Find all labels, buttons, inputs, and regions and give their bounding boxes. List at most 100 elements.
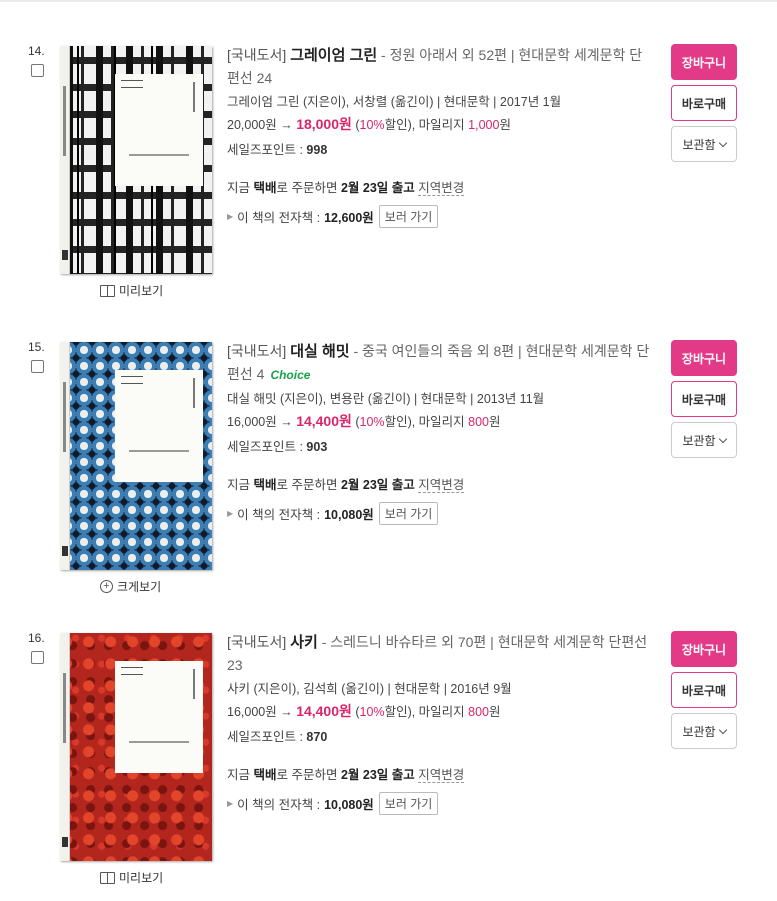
discount-close: 할인), 마일리지 <box>384 118 469 132</box>
ebook-line: ▶ 이 책의 전자책 :10,080원 보러 가기 <box>227 792 652 815</box>
sales-point: 세일즈포인트 : 903 <box>227 436 652 455</box>
top-divider <box>0 0 777 2</box>
ebook-view-button[interactable]: 보러 가기 <box>378 792 439 815</box>
mileage-unit: 원 <box>499 118 511 132</box>
buy-now-button[interactable]: 바로구매 <box>671 672 737 708</box>
cart-button[interactable]: 장바구니 <box>671 340 737 376</box>
delivery-mid: 로 주문하면 <box>276 181 341 195</box>
book-meta: 그레이엄 그린 (지은이), 서창렬 (옮긴이) | 현대문학 | 2017년 … <box>227 95 562 109</box>
delivery-date: 2월 23일 출고 <box>340 181 415 195</box>
chevron-down-icon <box>718 725 727 734</box>
category-tag: [국내도서] <box>227 47 287 63</box>
item-checkbox[interactable] <box>31 651 44 664</box>
cover-spine <box>60 633 70 861</box>
book-cover[interactable] <box>60 633 212 861</box>
book-meta: 대실 해밋 (지은이), 변용란 (옮긴이) | 현대문학 | 2013년 11… <box>227 392 545 406</box>
sales-point-label: 세일즈포인트 : <box>227 730 307 744</box>
mileage-unit: 원 <box>489 705 501 719</box>
preview-link[interactable]: 미리보기 <box>100 282 163 299</box>
category-tag: [국내도서] <box>227 634 287 650</box>
wishlist-label: 보관함 <box>682 137 716 152</box>
sales-point: 세일즈포인트 : 998 <box>227 139 652 158</box>
ebook-label: 이 책의 전자책 : <box>237 211 321 225</box>
delivery-method: 택배 <box>253 181 277 195</box>
ebook-price: 10,080원 <box>324 798 374 812</box>
cover-spine <box>60 46 70 274</box>
delivery-mid: 로 주문하면 <box>276 768 341 782</box>
cover-spine <box>60 342 70 570</box>
ebook-line: ▶ 이 책의 전자책 :12,600원 보러 가기 <box>227 205 652 228</box>
book-info: [국내도서] 그레이엄 그린 - 정원 아래서 외 52편 | 현대문학 세계문… <box>227 44 652 228</box>
discount-close: 할인), 마일리지 <box>384 415 469 429</box>
book-title[interactable]: 사키 <box>290 634 318 651</box>
triangle-right-icon: ▶ <box>227 212 234 221</box>
wishlist-dropdown[interactable]: 보관함 <box>671 713 737 749</box>
mileage: 1,000 <box>468 118 500 132</box>
region-change-link[interactable]: 지역변경 <box>418 181 465 196</box>
action-buttons: 장바구니 바로구매 보관함 <box>671 44 737 167</box>
delivery-pre: 지금 <box>227 768 254 782</box>
wishlist-label: 보관함 <box>682 433 716 448</box>
discount-open: ( <box>351 705 360 719</box>
book-info: [국내도서] 대실 해밋 - 중국 여인들의 죽음 외 8편 | 현대문학 세계… <box>227 340 652 525</box>
delivery-info: 지금 택배로 주문하면 2월 23일 출고 지역변경 <box>227 474 652 493</box>
delivery-method: 택배 <box>253 768 277 782</box>
buy-now-button[interactable]: 바로구매 <box>671 85 737 121</box>
price-line: 16,000원 → 14,400원 (10%할인), 마일리지 800원 <box>227 702 652 721</box>
sales-point-label: 세일즈포인트 : <box>227 440 307 454</box>
book-cover[interactable] <box>60 46 212 274</box>
buy-now-button[interactable]: 바로구매 <box>671 381 737 417</box>
item-number: 14. <box>28 44 45 58</box>
book-cover[interactable] <box>60 342 212 570</box>
ebook-label: 이 책의 전자책 : <box>237 508 321 522</box>
delivery-date: 2월 23일 출고 <box>340 478 415 492</box>
preview-label: 크게보기 <box>117 580 162 594</box>
book-meta: 사키 (지은이), 김석희 (옮긴이) | 현대문학 | 2016년 9월 <box>227 682 512 696</box>
discount-percent: 10% <box>359 118 385 132</box>
wishlist-dropdown[interactable]: 보관함 <box>671 422 737 458</box>
cover-label <box>115 74 203 186</box>
ebook-view-button[interactable]: 보러 가기 <box>378 205 439 228</box>
item-checkbox[interactable] <box>31 64 44 77</box>
region-change-link[interactable]: 지역변경 <box>418 768 465 783</box>
delivery-method: 택배 <box>253 478 277 492</box>
sale-price: 14,400원 <box>296 413 352 429</box>
item-checkbox[interactable] <box>31 360 44 373</box>
discount-open: ( <box>351 415 360 429</box>
cart-button[interactable]: 장바구니 <box>671 44 737 80</box>
sales-point-value: 998 <box>306 143 328 157</box>
chevron-down-icon <box>718 434 727 443</box>
ebook-label: 이 책의 전자책 : <box>237 798 321 812</box>
delivery-pre: 지금 <box>227 181 254 195</box>
triangle-right-icon: ▶ <box>227 799 234 808</box>
preview-label: 미리보기 <box>119 871 164 885</box>
mileage: 800 <box>468 415 490 429</box>
wishlist-dropdown[interactable]: 보관함 <box>671 126 737 162</box>
title-line: [국내도서] 대실 해밋 - 중국 여인들의 죽음 외 8편 | 현대문학 세계… <box>227 340 652 386</box>
zoom-link[interactable]: + 크게보기 <box>100 578 161 595</box>
book-open-icon <box>100 871 115 884</box>
zoom-plus-icon: + <box>100 580 113 593</box>
region-change-link[interactable]: 지역변경 <box>418 478 465 493</box>
cover-label <box>115 661 203 773</box>
ebook-view-button[interactable]: 보러 가기 <box>378 502 439 525</box>
book-info: [국내도서] 사키 - 스레드니 바슈타르 외 70편 | 현대문학 세계문학 … <box>227 631 652 815</box>
cart-button[interactable]: 장바구니 <box>671 631 737 667</box>
list-price: 16,000원 → <box>227 705 297 719</box>
delivery-info: 지금 택배로 주문하면 2월 23일 출고 지역변경 <box>227 177 652 196</box>
preview-label: 미리보기 <box>119 284 164 298</box>
sale-price: 18,000원 <box>296 116 352 132</box>
action-buttons: 장바구니 바로구매 보관함 <box>671 631 737 754</box>
sale-price: 14,400원 <box>296 703 352 719</box>
triangle-right-icon: ▶ <box>227 509 234 518</box>
book-title[interactable]: 대실 해밋 <box>290 343 349 360</box>
preview-link[interactable]: 미리보기 <box>100 869 163 886</box>
sales-point-value: 903 <box>306 440 328 454</box>
delivery-info: 지금 택배로 주문하면 2월 23일 출고 지역변경 <box>227 764 652 783</box>
delivery-mid: 로 주문하면 <box>276 478 341 492</box>
mileage: 800 <box>468 705 490 719</box>
list-price: 16,000원 → <box>227 415 297 429</box>
book-title[interactable]: 그레이엄 그린 <box>290 47 377 64</box>
delivery-pre: 지금 <box>227 478 254 492</box>
price-line: 20,000원 → 18,000원 (10%할인), 마일리지 1,000원 <box>227 115 652 134</box>
